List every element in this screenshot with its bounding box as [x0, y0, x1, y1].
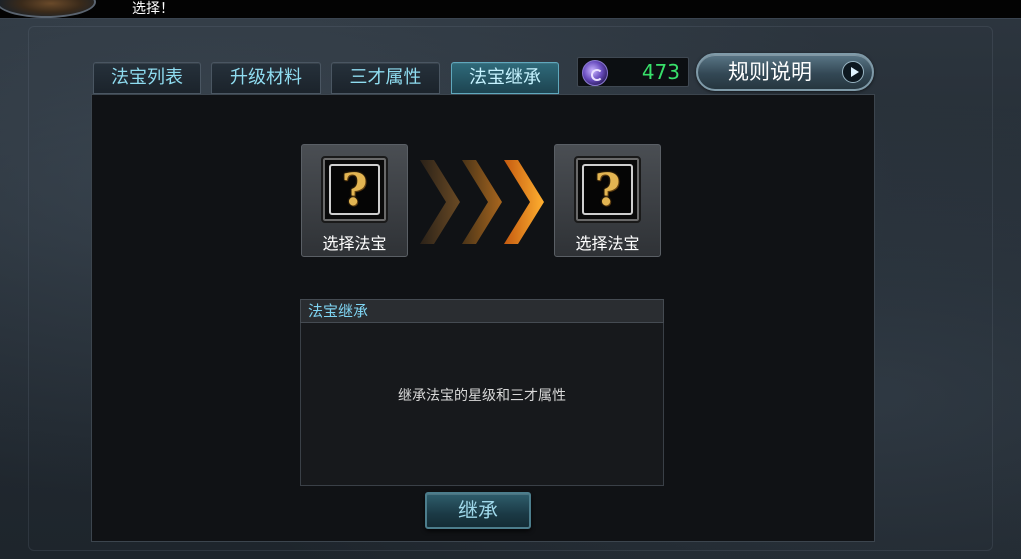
source-slot-label: 选择法宝 [322, 234, 387, 253]
target-treasure-slot[interactable]: ? 选择法宝 [554, 144, 661, 257]
question-mark-icon: ? [582, 164, 633, 216]
tab-treasure-inherit[interactable]: 法宝继承 [451, 62, 559, 94]
currency-value: 473 [641, 60, 680, 84]
tab-upgrade-materials[interactable]: 升级材料 [211, 62, 321, 94]
target-slot-icon-frame: ? [574, 156, 641, 223]
chevron-right-icon [462, 160, 502, 244]
chevron-right-icon [504, 160, 544, 244]
target-slot-label: 选择法宝 [575, 234, 640, 253]
chevron-right-icon [420, 160, 460, 244]
description-header: 法宝继承 [300, 299, 664, 323]
inherit-button-label: 继承 [458, 498, 498, 522]
description-text: 继承法宝的星级和三才属性 [398, 388, 566, 404]
inherit-button[interactable]: 继承 [425, 492, 531, 529]
currency-display: 473 [577, 57, 689, 87]
tab-treasure-list[interactable]: 法宝列表 [93, 62, 201, 94]
source-slot-icon-frame: ? [321, 156, 388, 223]
rules-button-label: 规则说明 [728, 60, 812, 84]
notice-text: 选择！ [132, 1, 174, 17]
tab-sancai-attributes[interactable]: 三才属性 [331, 62, 440, 94]
rules-button[interactable]: 规则说明 [696, 53, 874, 91]
source-treasure-slot[interactable]: ? 选择法宝 [301, 144, 408, 257]
question-mark-icon: ? [329, 164, 380, 216]
purple-orb-icon [582, 60, 608, 86]
emblem-icon [0, 0, 96, 18]
notice-bar: 选择！ [0, 0, 1021, 19]
description-body: 继承法宝的星级和三才属性 [300, 323, 664, 486]
description-title: 法宝继承 [308, 302, 369, 320]
play-arrow-icon [842, 61, 864, 83]
